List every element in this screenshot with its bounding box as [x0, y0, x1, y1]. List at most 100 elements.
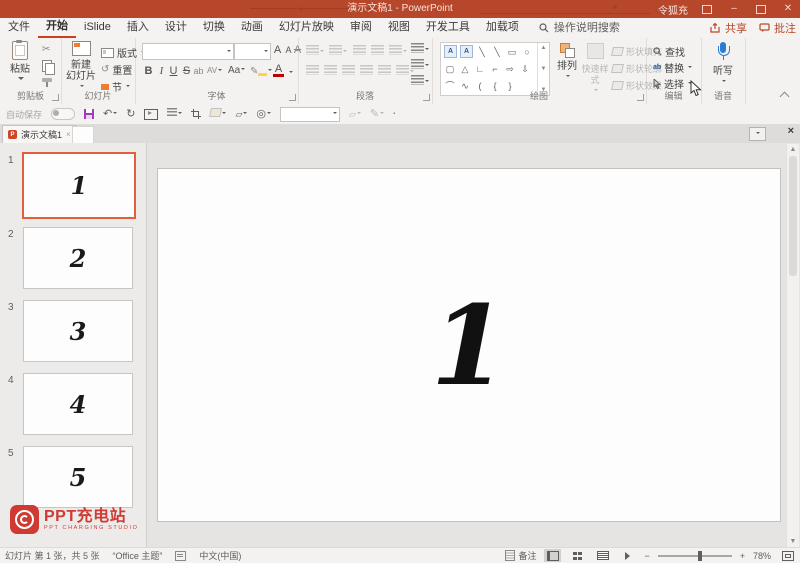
tab-view[interactable]: 视图 [380, 18, 418, 38]
document-tab-active[interactable]: P 演示文稿1 × [2, 125, 77, 143]
ribbon-display-options-icon[interactable] [702, 5, 712, 14]
shape-oval-icon[interactable]: ○ [520, 44, 534, 60]
shape-elbow-icon[interactable]: ∟ [473, 61, 487, 77]
shape-triangle-icon[interactable]: △ [458, 61, 472, 77]
autosave-toggle[interactable] [51, 108, 75, 120]
numbering-button[interactable] [329, 45, 347, 58]
restore-button[interactable] [756, 5, 766, 14]
collapse-ribbon-icon[interactable] [780, 92, 790, 102]
spellcheck-button[interactable] [175, 551, 186, 561]
shape-elbow2-icon[interactable]: ⌐ [488, 61, 502, 77]
ink-pen-button[interactable]: ✎ [370, 107, 384, 121]
align-left-button[interactable] [306, 65, 319, 78]
shapes-gallery[interactable]: A A ╲ ╲ ▭ ○ ▢ △ ∟ ⌐ ⇨ ⇩ ⌒ ∿ [440, 42, 550, 96]
change-case-button[interactable]: Aa [228, 65, 245, 76]
reading-view-button[interactable] [594, 549, 611, 562]
text-direction-button[interactable] [411, 43, 429, 56]
shape-right-arrow-icon[interactable]: ⇨ [503, 61, 517, 77]
paste-button[interactable]: 粘贴 [4, 41, 36, 86]
gallery-up-icon[interactable]: ▲ [541, 45, 547, 51]
zoom-out-button[interactable]: − [644, 551, 649, 561]
new-slide-button[interactable]: 新建 幻灯片 [64, 41, 98, 93]
line-spacing-button[interactable] [389, 45, 407, 58]
tab-file[interactable]: 文件 [0, 18, 38, 38]
tab-developer[interactable]: 开发工具 [418, 18, 478, 38]
slide-thumbnail-4[interactable]: 4 [23, 373, 133, 435]
zoom-slider-thumb[interactable] [698, 551, 702, 561]
tab-transitions[interactable]: 切换 [195, 18, 233, 38]
close-document-button[interactable]: × [788, 125, 794, 137]
align-right-button[interactable] [342, 65, 355, 78]
shape-rectangle-icon[interactable]: ▭ [505, 44, 519, 60]
character-spacing-button[interactable]: AV [207, 66, 222, 75]
shape-textbox-icon[interactable]: A [444, 45, 457, 58]
shape-arrow-line-icon[interactable]: ╲ [490, 44, 504, 60]
tab-insert[interactable]: 插入 [119, 18, 157, 38]
tab-review[interactable]: 审阅 [342, 18, 380, 38]
replace-button[interactable]: ab 替换 [653, 60, 692, 75]
shape-effects-qat-button[interactable]: ◎ [256, 107, 271, 121]
find-button[interactable]: 查找 [653, 44, 685, 59]
tab-islide[interactable]: iSlide [76, 18, 119, 38]
account-name[interactable]: 令狐充 [658, 2, 688, 17]
strikethrough-button[interactable]: S [181, 65, 192, 77]
qat-combobox[interactable] [280, 107, 340, 122]
document-tab-close-icon[interactable]: × [66, 130, 71, 139]
dictate-button[interactable]: 听写 [708, 42, 738, 88]
merge-shapes-button[interactable]: ▱ [349, 107, 361, 121]
zoom-in-button[interactable]: + [740, 551, 745, 561]
font-dialog-launcher-icon[interactable] [289, 94, 296, 101]
align-center-button[interactable] [324, 65, 337, 78]
normal-view-button[interactable] [544, 549, 561, 562]
copy-button[interactable] [42, 60, 52, 72]
vertical-scrollbar[interactable]: ▲ ▼ [786, 144, 799, 547]
zoom-percent[interactable]: 78% [753, 551, 771, 561]
tab-home[interactable]: 开始 [38, 18, 76, 38]
slide-canvas[interactable]: 1 [157, 168, 781, 522]
close-button[interactable]: ✕ [780, 0, 796, 18]
gallery-down-icon[interactable]: ▼ [541, 66, 547, 72]
font-color-button[interactable]: A [273, 64, 284, 77]
font-name-combobox[interactable] [142, 43, 234, 60]
arrange-button[interactable]: 排列 [554, 43, 580, 83]
drawing-dialog-launcher-icon[interactable] [637, 94, 644, 101]
shape-fill-qat-button[interactable] [210, 107, 226, 121]
theme-status[interactable]: “Office 主题” [113, 549, 163, 562]
tab-addins[interactable]: 加载项 [478, 18, 527, 38]
slide-content-text[interactable]: 1 [431, 281, 508, 410]
font-size-combobox[interactable] [234, 43, 271, 60]
tab-slideshow[interactable]: 幻灯片放映 [271, 18, 342, 38]
redo-button[interactable]: ↻ [126, 107, 135, 121]
notes-button[interactable]: 备注 [505, 549, 536, 562]
tab-list-dropdown[interactable] [749, 127, 766, 141]
bold-button[interactable]: B [143, 65, 154, 77]
shape-line-icon[interactable]: ╲ [475, 44, 489, 60]
change-shape-button[interactable]: ▱ [235, 107, 247, 121]
minimize-button[interactable]: – [726, 0, 742, 18]
shape-vertical-textbox-icon[interactable]: A [460, 45, 473, 58]
slide-thumbnail-2[interactable]: 2 [23, 227, 133, 289]
comments-button[interactable]: 批注 [759, 20, 796, 36]
cut-button[interactable]: ✂ [42, 44, 50, 55]
scroll-down-icon[interactable]: ▼ [790, 538, 797, 545]
shape-rounded-rect-icon[interactable]: ▢ [443, 61, 457, 77]
clipboard-dialog-launcher-icon[interactable] [52, 94, 59, 101]
new-document-tab[interactable] [72, 126, 94, 144]
italic-button[interactable]: I [156, 65, 167, 77]
share-button[interactable]: 共享 [710, 20, 747, 36]
tab-animations[interactable]: 动画 [233, 18, 271, 38]
slide-thumbnail-3[interactable]: 3 [23, 300, 133, 362]
slide-position-status[interactable]: 幻灯片 第 1 张，共 5 张 [5, 549, 100, 562]
zoom-slider[interactable] [658, 555, 732, 557]
fit-to-window-button[interactable] [779, 549, 796, 562]
scroll-up-icon[interactable]: ▲ [790, 146, 797, 153]
bullets-button[interactable] [306, 45, 324, 58]
qat-overflow-button[interactable]: ▪ [393, 107, 395, 121]
paragraph-dialog-launcher-icon[interactable] [423, 94, 430, 101]
justify-button[interactable] [360, 65, 373, 78]
tab-design[interactable]: 设计 [157, 18, 195, 38]
scrollbar-thumb[interactable] [789, 156, 797, 276]
increase-indent-button[interactable] [371, 45, 384, 58]
save-button[interactable] [84, 109, 94, 119]
slide-thumbnail-5[interactable]: 5 [23, 446, 133, 508]
